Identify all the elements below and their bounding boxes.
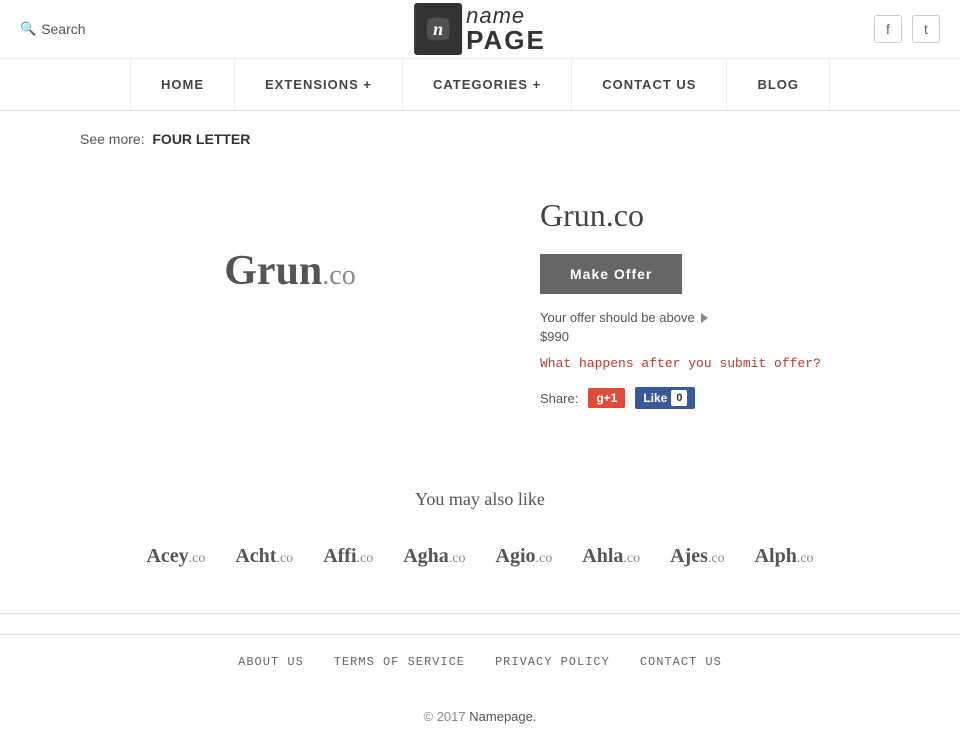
facebook-like-button[interactable]: Like 0 [635, 387, 695, 409]
footer-link[interactable]: TERMS OF SERVICE [334, 655, 465, 669]
logo-icon: n [414, 3, 462, 55]
logo[interactable]: n name PAGE [414, 3, 546, 55]
footer-link[interactable]: CONTACT US [640, 655, 722, 669]
footer-brand[interactable]: Namepage. [469, 709, 536, 724]
facebook-icon: f [886, 21, 890, 37]
footer-copyright: © 2017 Namepage. [0, 689, 960, 744]
logo-text: name PAGE [466, 5, 546, 53]
domain-card-name: Ajes [670, 545, 708, 567]
breadcrumb: See more: FOUR LETTER [0, 111, 960, 167]
also-like-section: You may also like Acey.coAcht.coAffi.coA… [0, 469, 960, 613]
domain-card[interactable]: Acey.co [141, 540, 210, 573]
domain-logo-display: Grun.co [80, 187, 500, 355]
domain-card-name: Affi [323, 545, 356, 567]
fb-count: 0 [671, 390, 687, 406]
nav-item-home[interactable]: HOME [130, 59, 235, 110]
offer-amount: $990 [540, 329, 880, 344]
fb-like-label: Like [643, 391, 667, 405]
domain-logo-text: Grun.co [224, 247, 355, 295]
search-icon: 🔍 [20, 21, 36, 37]
logo-name: name [466, 5, 546, 27]
nav-item-contact[interactable]: CONTACT US [572, 59, 727, 110]
twitter-icon: t [924, 21, 928, 37]
domain-card-ext: .co [276, 551, 293, 566]
twitter-link[interactable]: t [912, 15, 940, 43]
domain-ext-large: .co [322, 260, 355, 291]
main-content: Grun.co Grun.co Make Offer Your offer sh… [0, 167, 960, 469]
breadcrumb-link[interactable]: FOUR LETTER [152, 131, 250, 147]
domain-card-ext: .co [708, 551, 725, 566]
domain-card-ext: .co [797, 551, 814, 566]
facebook-link[interactable]: f [874, 15, 902, 43]
what-happens-link[interactable]: What happens after you submit offer? [540, 356, 880, 371]
domain-card-ext: .co [357, 551, 374, 566]
nav-item-extensions[interactable]: EXTENSIONS + [235, 59, 403, 110]
domain-card-name: Agio [496, 545, 536, 567]
make-offer-button[interactable]: Make Offer [540, 254, 682, 294]
offer-hint: Your offer should be above [540, 310, 880, 325]
domain-title: Grun.co [540, 197, 880, 234]
domain-name-large: Grun [224, 248, 322, 294]
also-like-title: You may also like [0, 489, 960, 510]
share-row: Share: g+1 Like 0 [540, 387, 880, 409]
footer-link[interactable]: PRIVACY POLICY [495, 655, 610, 669]
domain-card-name: Alph [755, 545, 797, 567]
footer-nav: ABOUT US TERMS OF SERVICE PRIVACY POLICY CO… [0, 634, 960, 689]
social-icons: f t [874, 15, 940, 43]
offer-hint-text: Your offer should be above [540, 310, 695, 325]
breadcrumb-prefix: See more: [80, 131, 145, 147]
domain-card-ext: .co [189, 551, 206, 566]
offer-arrow-icon [701, 313, 708, 323]
main-divider [0, 613, 960, 614]
svg-text:n: n [433, 19, 443, 39]
gplus-button[interactable]: g+1 [588, 388, 625, 408]
domain-card-name: Acht [235, 545, 276, 567]
share-label: Share: [540, 391, 578, 406]
domain-card[interactable]: Agha.co [398, 540, 470, 573]
domain-card-ext: .co [449, 551, 466, 566]
search-label: Search [41, 21, 85, 37]
domain-info: Grun.co Make Offer Your offer should be … [540, 187, 880, 409]
domain-card[interactable]: Acht.co [230, 540, 298, 573]
copyright-year: © 2017 [424, 709, 466, 724]
main-nav: HOME EXTENSIONS + CATEGORIES + CONTACT U… [0, 59, 960, 111]
header: 🔍 Search n name PAGE f t [0, 0, 960, 59]
domain-card[interactable]: Affi.co [318, 540, 378, 573]
domain-card-ext: .co [623, 551, 640, 566]
domain-card-name: Ahla [582, 545, 623, 567]
domain-card-name: Agha [403, 545, 449, 567]
logo-page: PAGE [466, 27, 546, 53]
domain-card-name: Acey [146, 545, 188, 567]
search-area[interactable]: 🔍 Search [20, 21, 86, 37]
nav-item-categories[interactable]: CATEGORIES + [403, 59, 572, 110]
nav-item-blog[interactable]: BLOG [727, 59, 830, 110]
domain-cards: Acey.coAcht.coAffi.coAgha.coAgio.coAhla.… [0, 540, 960, 573]
domain-card[interactable]: Alph.co [750, 540, 819, 573]
domain-card[interactable]: Ajes.co [665, 540, 729, 573]
footer-link[interactable]: ABOUT US [238, 655, 304, 669]
domain-card[interactable]: Ahla.co [577, 540, 645, 573]
domain-card-ext: .co [536, 551, 553, 566]
domain-card[interactable]: Agio.co [491, 540, 558, 573]
